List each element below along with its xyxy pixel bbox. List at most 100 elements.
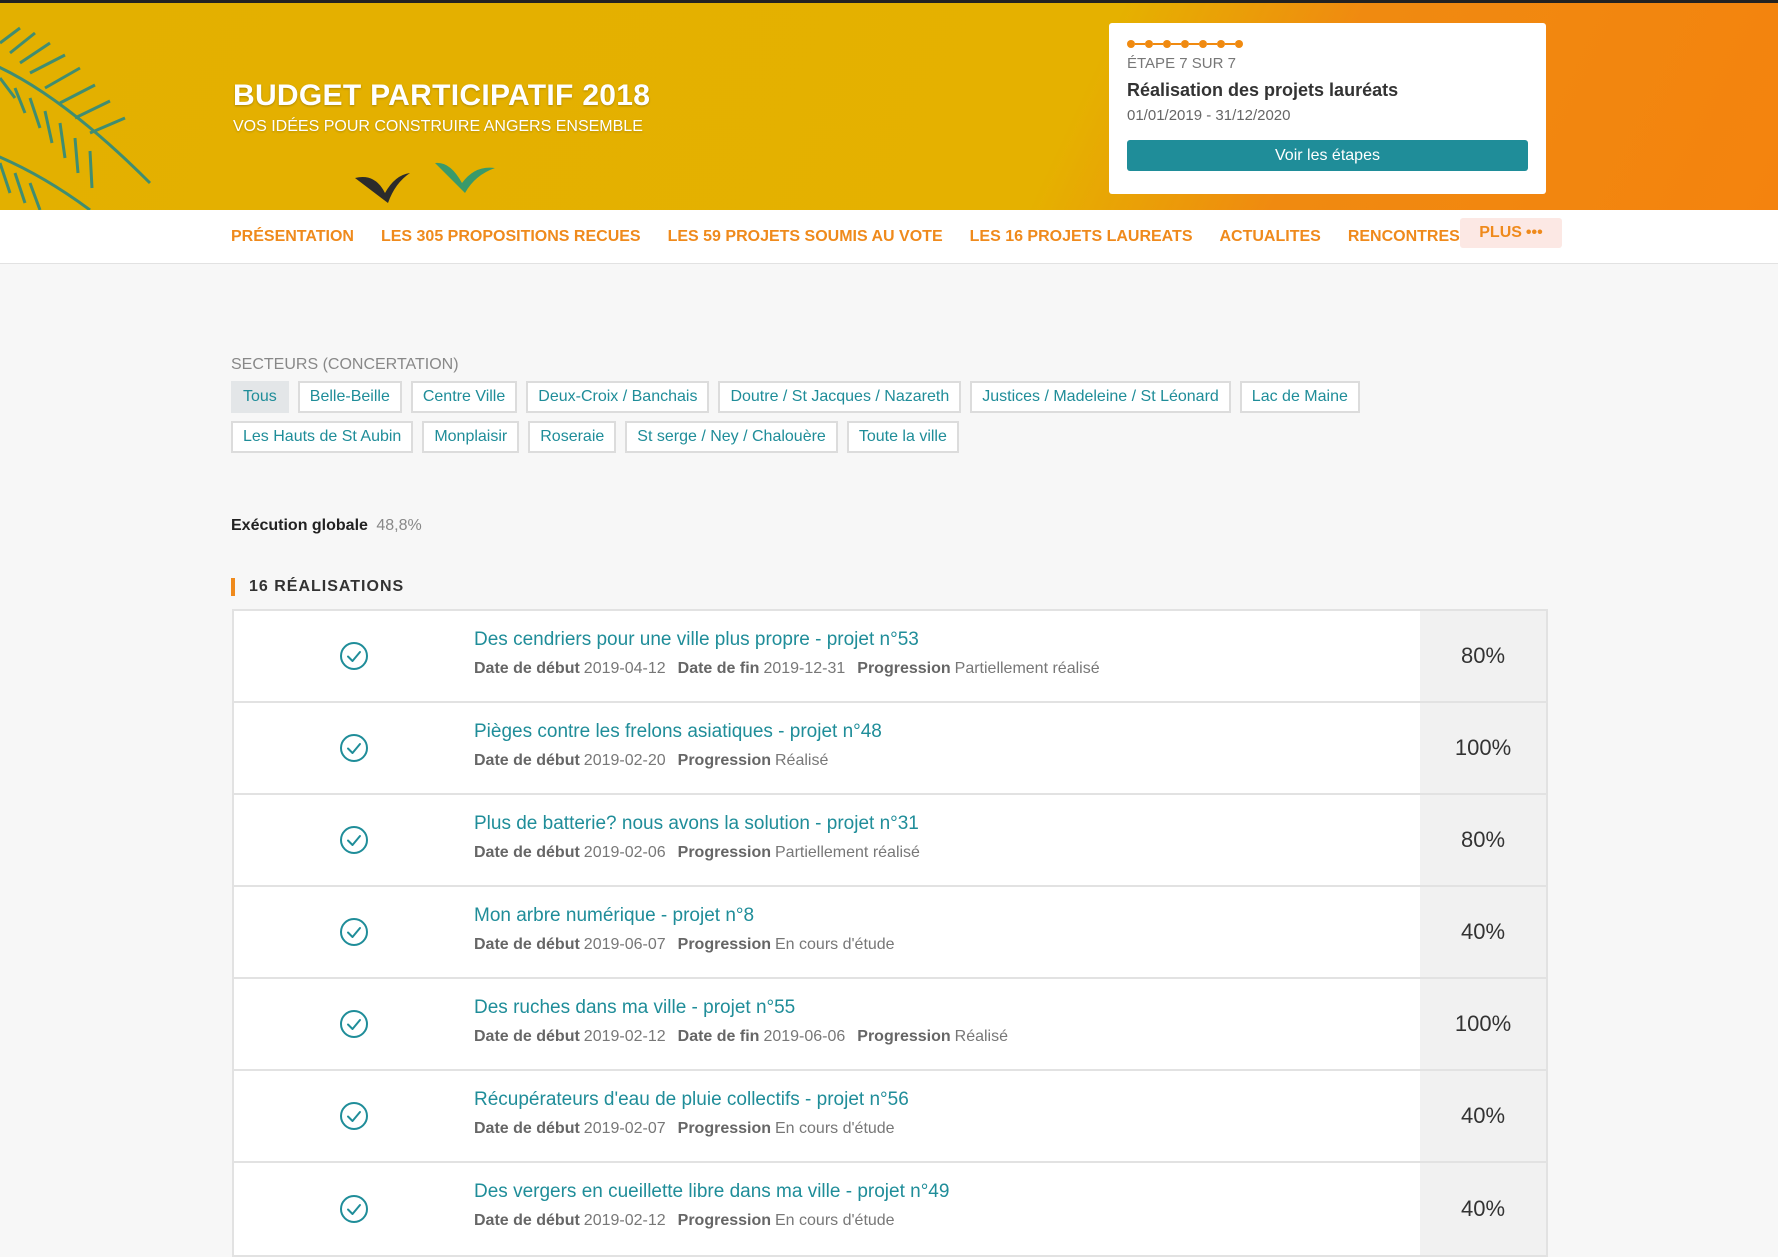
row-icon-cell: [234, 1071, 474, 1161]
realisation-title-link[interactable]: Mon arbre numérique - projet n°8: [474, 905, 1420, 927]
row-body: Des ruches dans ma ville - projet n°55 D…: [474, 979, 1420, 1069]
step-connector: [1171, 43, 1181, 45]
row-icon-cell: [234, 1163, 474, 1255]
palm-leaf-decoration: [0, 26, 152, 210]
realisation-percent: 80%: [1420, 611, 1546, 701]
realisation-meta: Date de début 2019-02-06 Progression Partie…: [474, 844, 1420, 862]
realisation-row: Des cendriers pour une ville plus propre…: [234, 611, 1546, 703]
row-body: Mon arbre numérique - projet n°8 Date de…: [474, 887, 1420, 977]
start-date-label: Date de début: [474, 752, 580, 769]
nav-item-actualites[interactable]: ACTUALITES: [1219, 228, 1320, 246]
realisations-heading: 16 RÉALISATIONS: [231, 578, 404, 596]
realisation-title-link[interactable]: Pièges contre les frelons asiatiques - p…: [474, 721, 1420, 743]
progress-label: Progression: [677, 1212, 771, 1229]
realisation-title-link[interactable]: Des cendriers pour une ville plus propre…: [474, 629, 1420, 651]
progress-value: Réalisé: [775, 752, 829, 769]
step-connector: [1153, 43, 1163, 45]
realisations-list: Des cendriers pour une ville plus propre…: [232, 609, 1548, 1257]
start-date-label: Date de début: [474, 936, 580, 953]
start-date-label: Date de début: [474, 1028, 580, 1045]
check-circle-icon: [340, 1010, 368, 1038]
global-execution-value: 48,8%: [376, 517, 422, 534]
nav-more-label: PLUS: [1479, 224, 1522, 241]
sector-chip-hauts-st-aubin[interactable]: Les Hauts de St Aubin: [231, 421, 414, 453]
step-connector: [1225, 43, 1235, 45]
sector-chip-lac-de-maine[interactable]: Lac de Maine: [1239, 381, 1360, 413]
sector-chip-doutre[interactable]: Doutre / St Jacques / Nazareth: [718, 381, 962, 413]
start-date-value: 2019-02-07: [583, 1120, 666, 1137]
sector-chip-st-serge[interactable]: St serge / Ney / Chalouère: [625, 421, 838, 453]
page-subtitle: VOS IDÉES POUR CONSTRUIRE ANGERS ENSEMBL…: [233, 118, 643, 135]
start-date-label: Date de début: [474, 844, 580, 861]
sector-chip-toute-la-ville[interactable]: Toute la ville: [846, 421, 959, 453]
start-date-value: 2019-02-06: [583, 844, 666, 861]
realisation-percent: 40%: [1420, 1071, 1546, 1161]
page-title: BUDGET PARTICIPATIF 2018: [233, 79, 651, 112]
realisation-percent: 80%: [1420, 795, 1546, 885]
check-circle-icon: [340, 1195, 368, 1223]
realisation-meta: Date de début 2019-02-12 Date de fin 2019-0…: [474, 1028, 1420, 1046]
progress-value: Partiellement réalisé: [954, 660, 1100, 677]
nav-item-presentation[interactable]: PRÉSENTATION: [231, 228, 354, 246]
view-steps-button[interactable]: Voir les étapes: [1127, 140, 1528, 171]
nav-item-rencontres[interactable]: RENCONTRES: [1348, 228, 1460, 246]
step-dot: [1127, 40, 1135, 48]
header-banner: BUDGET PARTICIPATIF 2018 VOS IDÉES POUR …: [0, 3, 1778, 210]
progress-label: Progression: [677, 936, 771, 953]
nav-item-projets-vote[interactable]: LES 59 PROJETS SOUMIS AU VOTE: [668, 228, 943, 246]
start-date-label: Date de début: [474, 1212, 580, 1229]
row-icon-cell: [234, 795, 474, 885]
realisation-percent: 40%: [1420, 1163, 1546, 1255]
sector-chip-justices[interactable]: Justices / Madeleine / St Léonard: [970, 381, 1231, 413]
step-progress-dots: [1127, 39, 1528, 49]
sector-filter-row-2: Les Hauts de St Aubin Monplaisir Roserai…: [231, 421, 959, 453]
sector-chip-monplaisir[interactable]: Monplaisir: [422, 421, 520, 453]
step-dot: [1217, 40, 1225, 48]
realisation-title-link[interactable]: Plus de batterie? nous avons la solution…: [474, 813, 1420, 835]
step-connector: [1207, 43, 1217, 45]
main-nav: PRÉSENTATION LES 305 PROPOSITIONS RECUES…: [0, 210, 1778, 264]
sector-chip-belle-beille[interactable]: Belle-Beille: [297, 381, 402, 413]
realisation-row: Des ruches dans ma ville - projet n°55 D…: [234, 979, 1546, 1071]
start-date-value: 2019-06-07: [583, 936, 666, 953]
realisation-meta: Date de début 2019-04-12 Date de fin 2019-1…: [474, 660, 1420, 678]
step-dot: [1199, 40, 1207, 48]
progress-label: Progression: [677, 844, 771, 861]
check-circle-icon: [340, 826, 368, 854]
realisation-percent: 40%: [1420, 887, 1546, 977]
realisation-meta: Date de début 2019-06-07 Progression En cou…: [474, 936, 1420, 954]
sector-chip-tous[interactable]: Tous: [231, 381, 289, 413]
row-body: Pièges contre les frelons asiatiques - p…: [474, 703, 1420, 793]
sector-chip-roseraie[interactable]: Roseraie: [528, 421, 617, 453]
start-date-value: 2019-02-12: [583, 1028, 666, 1045]
realisation-meta: Date de début 2019-02-12 Progression En cou…: [474, 1212, 1420, 1230]
start-date-value: 2019-04-12: [583, 660, 666, 677]
step-title: Réalisation des projets lauréats: [1127, 80, 1399, 100]
realisation-title-link[interactable]: Des ruches dans ma ville - projet n°55: [474, 997, 1420, 1019]
start-date-label: Date de début: [474, 1120, 580, 1137]
progress-value: Réalisé: [954, 1028, 1008, 1045]
realisation-title-link[interactable]: Des vergers en cueillette libre dans ma …: [474, 1181, 1420, 1203]
step-dot: [1181, 40, 1189, 48]
step-card: ÉTAPE 7 SUR 7 Réalisation des projets la…: [1109, 23, 1546, 194]
nav-item-propositions[interactable]: LES 305 PROPOSITIONS RECUES: [381, 228, 641, 246]
realisation-title-link[interactable]: Récupérateurs d'eau de pluie collectifs …: [474, 1089, 1420, 1111]
nav-item-projets-laureats[interactable]: LES 16 PROJETS LAUREATS: [970, 228, 1193, 246]
step-label: ÉTAPE 7 SUR 7: [1127, 55, 1236, 72]
progress-label: Progression: [857, 1028, 951, 1045]
end-date-label: Date de fin: [677, 1028, 760, 1045]
row-body: Des cendriers pour une ville plus propre…: [474, 611, 1420, 701]
sector-chip-deux-croix[interactable]: Deux-Croix / Banchais: [526, 381, 710, 413]
step-dot: [1163, 40, 1171, 48]
start-date-value: 2019-02-20: [583, 752, 666, 769]
birds-decoration: [355, 162, 495, 203]
nav-more-button[interactable]: PLUS •••: [1460, 218, 1562, 248]
sectors-label: SECTEURS (CONCERTATION): [231, 356, 459, 373]
check-circle-icon: [340, 1102, 368, 1130]
realisation-row: Plus de batterie? nous avons la solution…: [234, 795, 1546, 887]
realisation-row: Récupérateurs d'eau de pluie collectifs …: [234, 1071, 1546, 1163]
step-dates: 01/01/2019 - 31/12/2020: [1127, 107, 1291, 124]
progress-label: Progression: [677, 1120, 771, 1137]
sector-chip-centre-ville[interactable]: Centre Ville: [410, 381, 518, 413]
realisation-meta: Date de début 2019-02-20 Progression Réalis…: [474, 752, 1420, 770]
